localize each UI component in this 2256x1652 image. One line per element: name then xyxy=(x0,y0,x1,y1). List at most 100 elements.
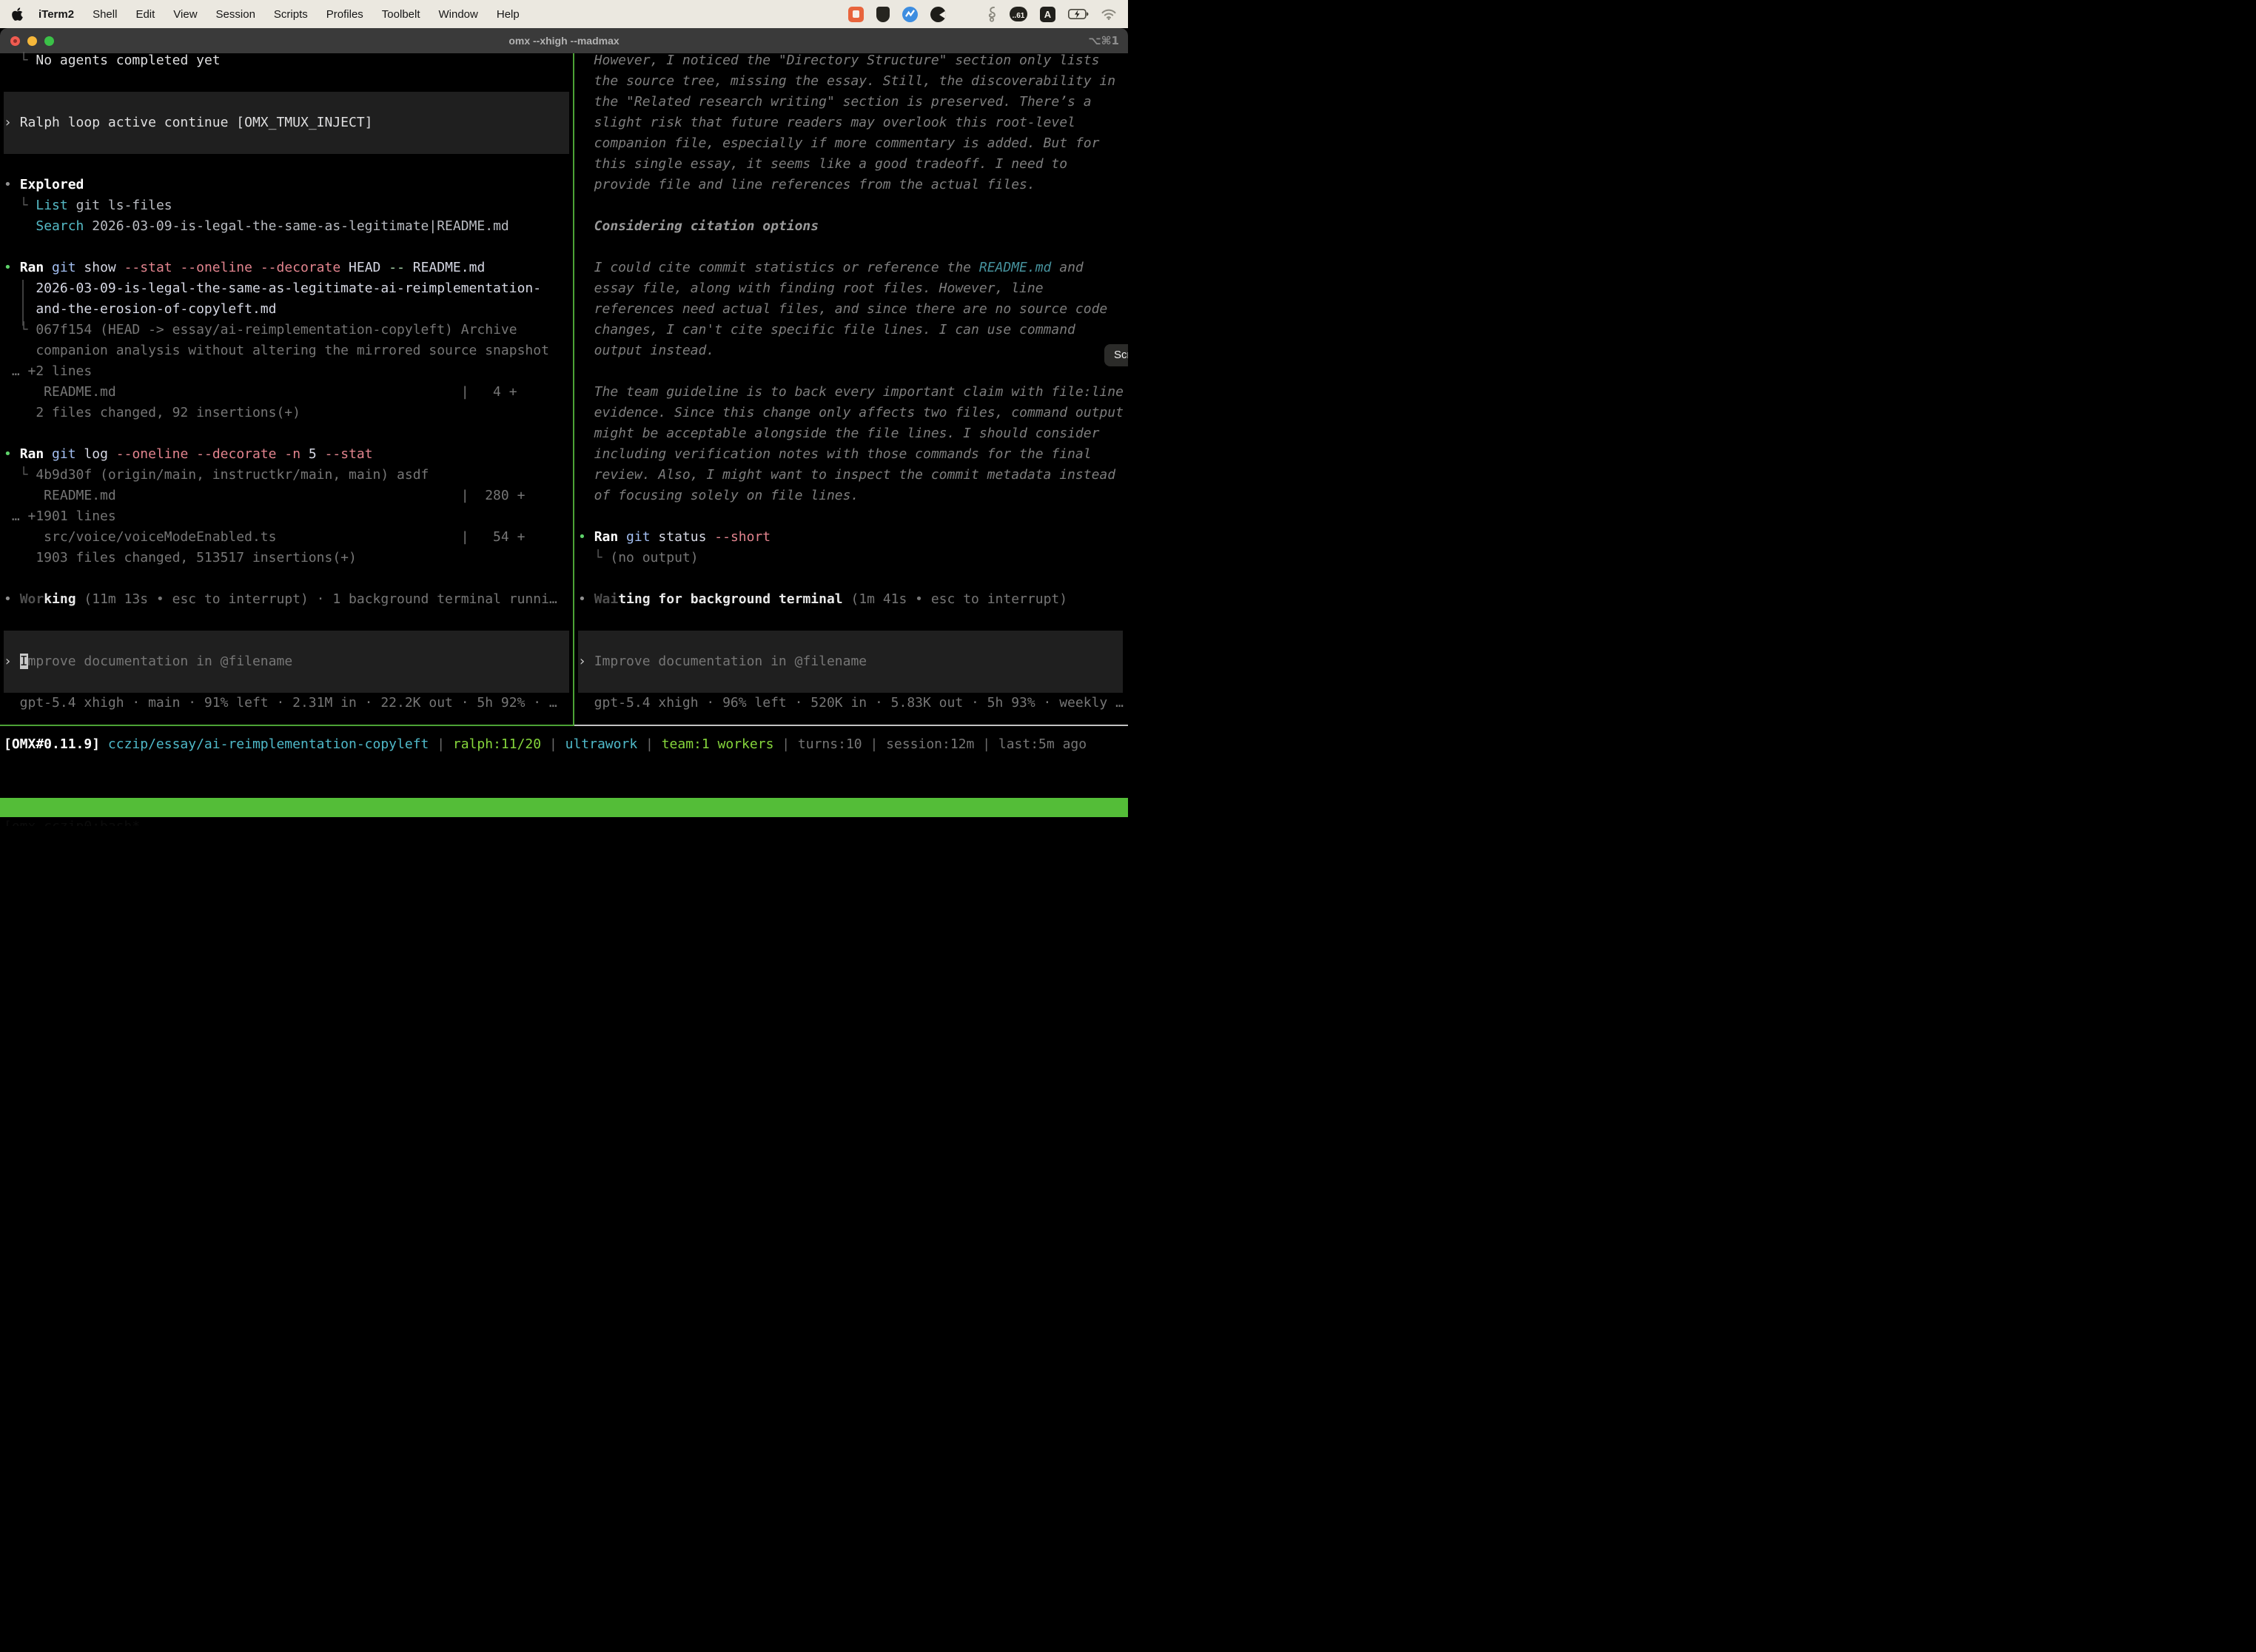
terminal-line: provide file and line references from th… xyxy=(578,175,1128,195)
terminal-line: • Ran git show --stat --oneline --decora… xyxy=(4,258,573,278)
terminal-line xyxy=(4,71,573,92)
menu-item-profiles[interactable]: Profiles xyxy=(326,8,363,21)
tmux-session-label[interactable]: [omx-cczip0:bash* xyxy=(4,817,140,826)
chat-app-icon[interactable] xyxy=(848,7,864,22)
menu-bar: iTerm2 Shell Edit View Session Scripts P… xyxy=(0,0,1128,28)
menu-item-view[interactable]: View xyxy=(173,8,197,21)
dots-grid-icon[interactable] xyxy=(959,7,974,22)
apple-menu-icon[interactable] xyxy=(12,7,23,21)
terminal-line xyxy=(4,92,573,113)
menu-bar-status-area: ..61 A xyxy=(848,6,1116,22)
terminal-line: companion file, especially if more comme… xyxy=(578,133,1128,154)
terminal-line: └ 4b9d30f (origin/main, instructkr/main,… xyxy=(4,465,573,486)
terminal-line: references need actual files, and since … xyxy=(578,299,1128,320)
terminal-line: • Ran git status --short xyxy=(578,527,1128,548)
terminal-line: evidence. Since this change only affects… xyxy=(578,403,1128,423)
terminal-line xyxy=(578,237,1128,258)
terminal-line: might be acceptable alongside the file l… xyxy=(578,423,1128,444)
menu-item-scripts[interactable]: Scripts xyxy=(274,8,308,21)
terminal-line: the "Related research writing" section i… xyxy=(578,92,1128,113)
menu-item-iterm2[interactable]: iTerm2 xyxy=(38,8,74,21)
terminal-line: 2 files changed, 92 insertions(+) xyxy=(4,403,573,423)
terminal-line xyxy=(4,423,573,444)
terminal-line: └ No agents completed yet xyxy=(4,50,573,71)
left-pane[interactable]: └ No agents completed yet › Ralph loop ac… xyxy=(4,50,573,713)
terminal-line: Considering citation options xyxy=(578,216,1128,237)
menu-item-session[interactable]: Session xyxy=(216,8,255,21)
window-shortcut-badge: ⌥⌘1 xyxy=(1088,34,1119,47)
menu-item-help[interactable]: Help xyxy=(497,8,520,21)
badge-61-icon[interactable]: ..61 xyxy=(1010,7,1027,21)
terminal-line: src/voice/voiceModeEnabled.ts | 54 + xyxy=(4,527,573,548)
terminal-line xyxy=(4,672,573,693)
screen-recording-tooltip: Scre xyxy=(1104,344,1128,366)
terminal-line: • Ran git log --oneline --decorate -n 5 … xyxy=(4,444,573,465)
terminal-line: review. Also, I might want to inspect th… xyxy=(578,465,1128,486)
terminal-line: slight risk that future readers may over… xyxy=(578,113,1128,133)
terminal-line: of focusing solely on file lines. xyxy=(578,486,1128,506)
terminal-line xyxy=(4,631,573,651)
terminal-line: • Waiting for background terminal (1m 41… xyxy=(578,589,1128,610)
terminal-line xyxy=(4,154,573,175)
terminal-line: I could cite commit statistics or refere… xyxy=(578,258,1128,278)
omx-status-line: [OMX#0.11.9] cczip/essay/ai-reimplementa… xyxy=(4,734,1087,755)
terminal-line: 1903 files changed, 513517 insertions(+) xyxy=(4,548,573,568)
terminal-line: including verification notes with those … xyxy=(578,444,1128,465)
terminal-line: › Improve documentation in @filename xyxy=(4,651,573,672)
right-pane[interactable]: However, I noticed the "Directory Struct… xyxy=(578,50,1128,713)
terminal-line: output instead. xyxy=(578,340,1128,361)
terminal-line xyxy=(578,195,1128,216)
terminal-line: gpt-5.4 xhigh · 96% left · 520K in · 5.8… xyxy=(578,693,1128,713)
hook-app-icon[interactable] xyxy=(987,6,997,22)
menu-item-shell[interactable]: Shell xyxy=(93,8,117,21)
terminal-line: and-the-erosion-of-copyleft.md xyxy=(4,299,573,320)
terminal-line: companion analysis without altering the … xyxy=(4,340,573,361)
pane-border-bottom-left xyxy=(0,725,573,726)
tmux-status-bar: [omx-cczip0:bash* "MacBook-Pro-44.local"… xyxy=(0,798,1128,817)
input-source-icon[interactable]: A xyxy=(1040,7,1055,22)
terminal-line: › Improve documentation in @filename xyxy=(578,651,1128,672)
terminal-content: └ No agents completed yet › Ralph loop ac… xyxy=(0,53,1128,826)
grid-shield-icon[interactable] xyxy=(876,7,890,22)
menu-item-edit[interactable]: Edit xyxy=(135,8,155,21)
window-title: omx --xhigh --madmax xyxy=(508,35,619,47)
terminal-line: changes, I can't cite specific file line… xyxy=(578,320,1128,340)
terminal-line: └ 067f154 (HEAD -> essay/ai-reimplementa… xyxy=(4,320,573,340)
terminal-line: README.md | 280 + xyxy=(4,486,573,506)
screen-recording-tooltip-text: Scre xyxy=(1114,349,1128,361)
terminal-line xyxy=(578,672,1128,693)
pane-divider-vertical xyxy=(573,53,574,726)
terminal-line: Search 2026-03-09-is-legal-the-same-as-l… xyxy=(4,216,573,237)
terminal-line xyxy=(4,610,573,631)
terminal-line: The team guideline is to back every impo… xyxy=(578,382,1128,403)
terminal-line: └ List git ls-files xyxy=(4,195,573,216)
pane-border-bottom-right xyxy=(574,725,1128,726)
minimize-button[interactable] xyxy=(27,36,37,46)
terminal-line xyxy=(578,506,1128,527)
terminal-line xyxy=(578,568,1128,589)
terminal-line: … +1901 lines xyxy=(4,506,573,527)
terminal-line: However, I noticed the "Directory Struct… xyxy=(578,50,1128,71)
terminal-line: • Explored xyxy=(4,175,573,195)
battery-icon[interactable] xyxy=(1068,9,1089,19)
terminal-line: the source tree, missing the essay. Stil… xyxy=(578,71,1128,92)
terminal-line xyxy=(578,361,1128,382)
window-title-bar[interactable]: omx --xhigh --madmax ⌥⌘1 xyxy=(0,28,1128,53)
terminal-line: └ (no output) xyxy=(578,548,1128,568)
close-button[interactable] xyxy=(10,36,20,46)
terminal-line: this single essay, it seems like a good … xyxy=(578,154,1128,175)
terminal-line: README.md | 4 + xyxy=(4,382,573,403)
terminal-line: … +2 lines xyxy=(4,361,573,382)
terminal-line: gpt-5.4 xhigh · main · 91% left · 2.31M … xyxy=(4,693,573,713)
terminal-line xyxy=(578,610,1128,631)
terminal-line: › Ralph loop active continue [OMX_TMUX_I… xyxy=(4,113,573,133)
terminal-line xyxy=(4,133,573,154)
wifi-icon[interactable] xyxy=(1101,9,1116,20)
menu-item-window[interactable]: Window xyxy=(439,8,478,21)
recorder-app-icon[interactable] xyxy=(930,7,946,22)
terminal-line xyxy=(578,631,1128,651)
zoom-button[interactable] xyxy=(44,36,54,46)
stats-app-icon[interactable] xyxy=(902,7,918,22)
terminal-window: omx --xhigh --madmax ⌥⌘1 └ No agents com… xyxy=(0,28,1128,826)
menu-item-toolbelt[interactable]: Toolbelt xyxy=(382,8,420,21)
